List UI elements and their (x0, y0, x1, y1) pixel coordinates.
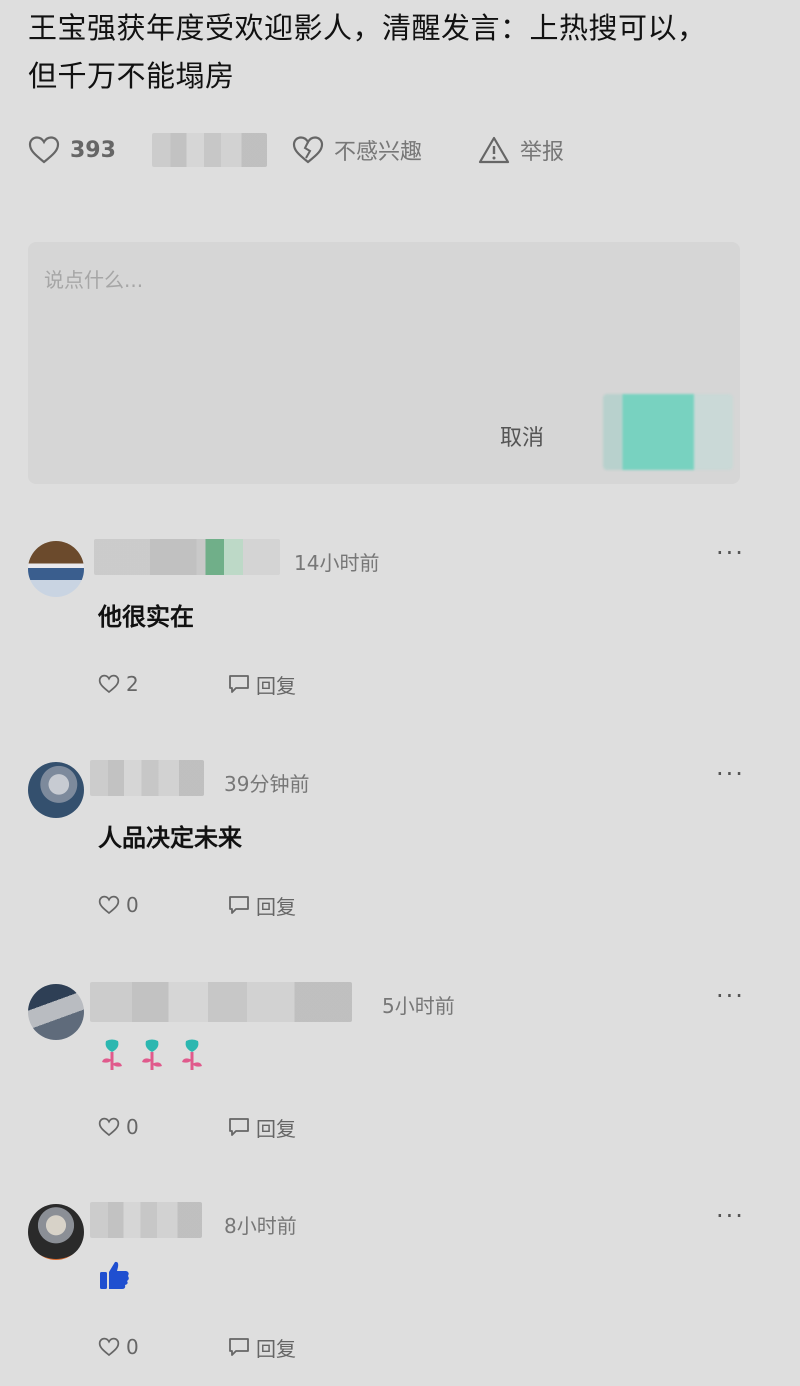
not-interested-button[interactable]: 不感兴趣 (292, 130, 422, 170)
warning-icon (478, 136, 510, 164)
comment-time: 5小时前 (382, 994, 455, 1018)
comment-text: 人品决定未来 (98, 824, 242, 852)
submit-button[interactable] (603, 394, 733, 470)
comment-like-button[interactable]: 0 (98, 1112, 139, 1142)
username-blur[interactable] (90, 760, 204, 796)
like-button[interactable]: 393 (28, 130, 116, 170)
avatar[interactable] (28, 1204, 84, 1260)
avatar[interactable] (28, 541, 84, 597)
chat-bubble-icon (229, 1118, 249, 1136)
reply-label: 回复 (256, 1336, 296, 1361)
more-options-icon[interactable]: ··· (716, 1202, 745, 1230)
report-button[interactable]: 举报 (478, 130, 564, 170)
comment-footer: 0 回复 (98, 1112, 398, 1142)
comment-like-count: 0 (126, 1335, 139, 1359)
username-blur[interactable] (90, 982, 352, 1022)
heart-icon (98, 674, 120, 694)
avatar[interactable] (28, 762, 84, 818)
comment-like-count: 0 (126, 1115, 139, 1139)
rose-icon (102, 1039, 122, 1070)
reply-button[interactable]: 回复 (228, 1332, 296, 1362)
comment-like-count: 2 (126, 672, 139, 696)
broken-heart-icon (292, 136, 324, 164)
comment-time: 39分钟前 (224, 772, 310, 796)
post-actions: 393 不感兴趣 举报 (28, 130, 768, 170)
reply-label: 回复 (256, 673, 296, 698)
comment-time: 14小时前 (294, 551, 380, 575)
heart-icon (98, 895, 120, 915)
share-placeholder-blur (152, 130, 267, 170)
report-label: 举报 (520, 140, 565, 165)
comment-time: 8小时前 (224, 1214, 297, 1238)
more-options-icon[interactable]: ··· (716, 760, 745, 788)
thumbs-up-icon (100, 1261, 129, 1289)
comment-like-button[interactable]: 0 (98, 890, 139, 920)
cancel-button[interactable]: 取消 (500, 420, 544, 452)
comment-like-count: 0 (126, 893, 139, 917)
username-blur[interactable] (90, 1202, 202, 1238)
more-options-icon[interactable]: ··· (716, 982, 745, 1010)
heart-icon (28, 136, 60, 164)
reply-label: 回复 (256, 1116, 296, 1141)
rose-icon (182, 1039, 202, 1070)
heart-icon (98, 1337, 120, 1357)
reply-button[interactable]: 回复 (228, 669, 296, 699)
comment-composer: 取消 (28, 242, 740, 484)
reply-label: 回复 (256, 894, 296, 919)
reply-button[interactable]: 回复 (228, 890, 296, 920)
not-interested-label: 不感兴趣 (334, 140, 423, 165)
emoji-row (98, 1038, 206, 1072)
more-options-icon[interactable]: ··· (716, 539, 745, 567)
comment-input[interactable] (42, 264, 716, 296)
like-count: 393 (70, 137, 116, 163)
avatar[interactable] (28, 984, 84, 1040)
comment-footer: 0 回复 (98, 1332, 398, 1362)
comment-footer: 0 回复 (98, 890, 398, 920)
comment-like-button[interactable]: 0 (98, 1332, 139, 1362)
heart-icon (98, 1117, 120, 1137)
username-blur[interactable] (94, 539, 280, 575)
comment-text: 他很实在 (98, 603, 194, 631)
rose-icon (142, 1039, 162, 1070)
comment-like-button[interactable]: 2 (98, 669, 139, 699)
chat-bubble-icon (229, 896, 249, 914)
comment-footer: 2 回复 (98, 669, 398, 699)
chat-bubble-icon (229, 1338, 249, 1356)
reply-button[interactable]: 回复 (228, 1112, 296, 1142)
emoji-row (98, 1258, 132, 1292)
post-title: 王宝强获年度受欢迎影人，清醒发言：上热搜可以，但千万不能塌房 (28, 11, 707, 93)
chat-bubble-icon (229, 675, 249, 693)
